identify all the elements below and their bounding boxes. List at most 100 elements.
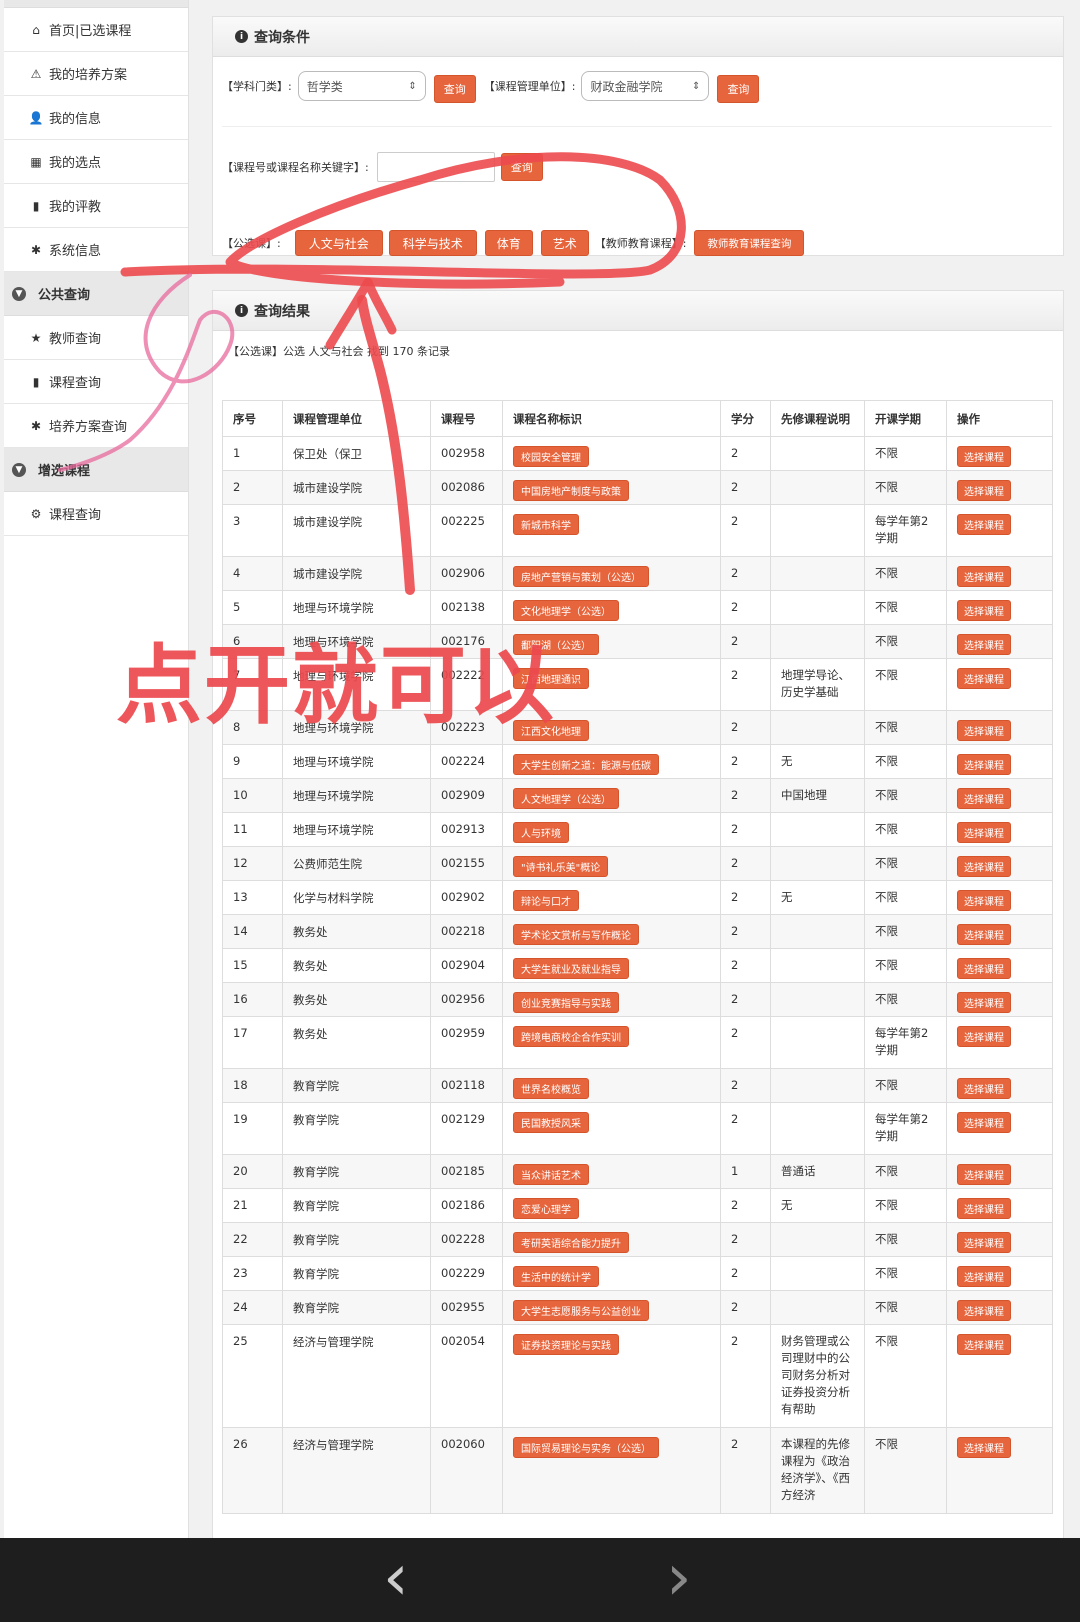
select-course-cell: 选择课程: [946, 1068, 1053, 1103]
sidebar-item-1[interactable]: ⚠ 我的培养方案: [4, 52, 188, 96]
course-name-tag[interactable]: 辩论与口才: [513, 890, 579, 911]
teacher-course-query-button[interactable]: 教师教育课程查询: [694, 230, 805, 256]
course-name-cell: 人文地理学（公选）: [502, 778, 721, 813]
select-course-button[interactable]: 选择课程: [957, 634, 1011, 655]
course-name-tag[interactable]: 大学生就业及就业指导: [513, 958, 629, 979]
unit-select[interactable]: 财政金融学院 ⇕: [581, 71, 710, 101]
tag-art[interactable]: 艺术: [540, 230, 589, 256]
unit-query-button[interactable]: 查询: [717, 75, 760, 103]
panel-title: 查询结果: [254, 303, 310, 320]
course-name-tag[interactable]: 创业竞赛指导与实践: [513, 992, 619, 1013]
back-arrow-icon[interactable]: ‹: [383, 1546, 409, 1610]
select-course-button[interactable]: 选择课程: [957, 720, 1011, 741]
select-arrows-icon: ⇕: [692, 80, 701, 92]
select-course-button[interactable]: 选择课程: [957, 1300, 1011, 1321]
course-name-tag[interactable]: 人与环境: [513, 822, 569, 843]
select-course-button[interactable]: 选择课程: [957, 446, 1011, 467]
section-label: 增选课程: [38, 464, 91, 479]
sidebar-item-label: 培养方案查询: [49, 420, 128, 435]
course-name-tag[interactable]: 证券投资理论与实践: [513, 1334, 619, 1355]
select-course-button[interactable]: 选择课程: [957, 924, 1011, 945]
course-term-cell: 每学年第2学期: [864, 504, 947, 557]
course-unit-cell: 保卫处（保卫: [282, 436, 431, 471]
select-course-button[interactable]: 选择课程: [957, 992, 1011, 1013]
course-name-tag[interactable]: 大学生志愿服务与公益创业: [513, 1300, 649, 1321]
select-course-button[interactable]: 选择课程: [957, 958, 1011, 979]
select-course-button[interactable]: 选择课程: [957, 1078, 1011, 1099]
select-course-button[interactable]: 选择课程: [957, 1164, 1011, 1185]
select-course-button[interactable]: 选择课程: [957, 1198, 1011, 1219]
course-name-tag[interactable]: 学术论文赏析与写作概论: [513, 924, 639, 945]
sidebar-public-item-2[interactable]: ✱ 培养方案查询: [4, 404, 188, 448]
sidebar-item-5[interactable]: ✱ 系统信息: [4, 228, 188, 272]
course-unit-cell: 地理与环境学院: [282, 744, 431, 779]
course-name-tag[interactable]: 考研英语综合能力提升: [513, 1232, 629, 1253]
course-name-tag[interactable]: 校园安全管理: [513, 446, 589, 467]
course-unit-cell: 教务处: [282, 948, 431, 983]
select-course-button[interactable]: 选择课程: [957, 856, 1011, 877]
course-name-tag[interactable]: 国际贸易理论与实务（公选）: [513, 1437, 659, 1458]
course-name-tag[interactable]: 房地产营销与策划（公选）: [513, 566, 649, 587]
course-term-cell: 不限: [864, 744, 947, 779]
sidebar-add-item-0[interactable]: ⚙ 课程查询: [4, 492, 188, 536]
course-name-tag[interactable]: 生活中的统计学: [513, 1266, 599, 1287]
course-name-tag[interactable]: "诗书礼乐美"概论: [513, 856, 609, 877]
course-name-tag[interactable]: 大学生创新之道：能源与低碳: [513, 754, 659, 775]
sidebar-item-label: 我的培养方案: [49, 68, 128, 83]
annotation-caption: 点开就可以: [116, 636, 556, 736]
course-unit-cell: 教务处: [282, 1016, 431, 1069]
sidebar-item-3[interactable]: ▦ 我的选点: [4, 140, 188, 184]
sidebar-public-item-0[interactable]: ★ 教师查询: [4, 316, 188, 360]
course-term-cell: 不限: [864, 710, 947, 745]
keyword-query-button[interactable]: 查询: [500, 153, 543, 181]
course-code-cell: 002185: [430, 1154, 503, 1189]
sidebar-item-0[interactable]: ⌂ 首页|已选课程: [4, 8, 188, 52]
course-name-tag[interactable]: 新城市科学: [513, 514, 579, 535]
tag-sports[interactable]: 体育: [484, 230, 533, 256]
course-credit-cell: 2: [720, 1324, 771, 1428]
course-name-tag[interactable]: 民国教授风采: [513, 1112, 589, 1133]
sidebar-public-item-1[interactable]: ▮ 课程查询: [4, 360, 188, 404]
select-course-button[interactable]: 选择课程: [957, 1437, 1011, 1458]
tag-humanities-society[interactable]: 人文与社会: [294, 230, 383, 256]
sidebar-section-add-course[interactable]: ▼ 增选课程: [4, 448, 188, 492]
select-course-button[interactable]: 选择课程: [957, 1266, 1011, 1287]
course-credit-cell: 2: [720, 624, 771, 659]
select-course-button[interactable]: 选择课程: [957, 566, 1011, 587]
subject-query-button[interactable]: 查询: [433, 75, 476, 103]
course-name-tag[interactable]: 跨境电商校企合作实训: [513, 1026, 629, 1047]
course-code-cell: 002086: [430, 470, 503, 505]
course-name-tag[interactable]: 人文地理学（公选）: [513, 788, 619, 809]
select-course-button[interactable]: 选择课程: [957, 668, 1011, 689]
select-course-button[interactable]: 选择课程: [957, 514, 1011, 535]
course-code-cell: 002186: [430, 1188, 503, 1223]
course-name-tag[interactable]: 中国房地产制度与政策: [513, 480, 629, 501]
sidebar-item-2[interactable]: 👤 我的信息: [4, 96, 188, 140]
course-credit-cell: 2: [720, 1290, 771, 1325]
course-name-cell: 学术论文赏析与写作概论: [502, 914, 721, 949]
select-course-button[interactable]: 选择课程: [957, 600, 1011, 621]
course-name-tag[interactable]: 恋爱心理学: [513, 1198, 579, 1219]
select-course-button[interactable]: 选择课程: [957, 890, 1011, 911]
course-name-tag[interactable]: 当众讲话艺术: [513, 1164, 589, 1185]
select-course-button[interactable]: 选择课程: [957, 754, 1011, 775]
select-course-button[interactable]: 选择课程: [957, 1026, 1011, 1047]
sidebar-item-4[interactable]: ▮ 我的评教: [4, 184, 188, 228]
sidebar-section-public-query[interactable]: ▼ 公共查询: [4, 272, 188, 316]
tag-science-technology[interactable]: 科学与技术: [388, 230, 477, 256]
course-name-tag[interactable]: 世界名校概览: [513, 1078, 589, 1099]
select-course-cell: 选择课程: [946, 1222, 1053, 1257]
subject-select[interactable]: 哲学类 ⇕: [297, 71, 426, 101]
select-course-button[interactable]: 选择课程: [957, 480, 1011, 501]
course-credit-cell: 2: [720, 778, 771, 813]
select-course-button[interactable]: 选择课程: [957, 822, 1011, 843]
select-course-cell: 选择课程: [946, 812, 1053, 847]
select-course-button[interactable]: 选择课程: [957, 1232, 1011, 1253]
select-course-button[interactable]: 选择课程: [957, 1112, 1011, 1133]
forward-arrow-icon[interactable]: ›: [666, 1546, 692, 1610]
select-course-button[interactable]: 选择课程: [957, 1334, 1011, 1355]
course-unit-cell: 教务处: [282, 914, 431, 949]
course-unit-cell: 经济与管理学院: [282, 1324, 431, 1428]
keyword-input[interactable]: [376, 152, 495, 182]
select-course-button[interactable]: 选择课程: [957, 788, 1011, 809]
